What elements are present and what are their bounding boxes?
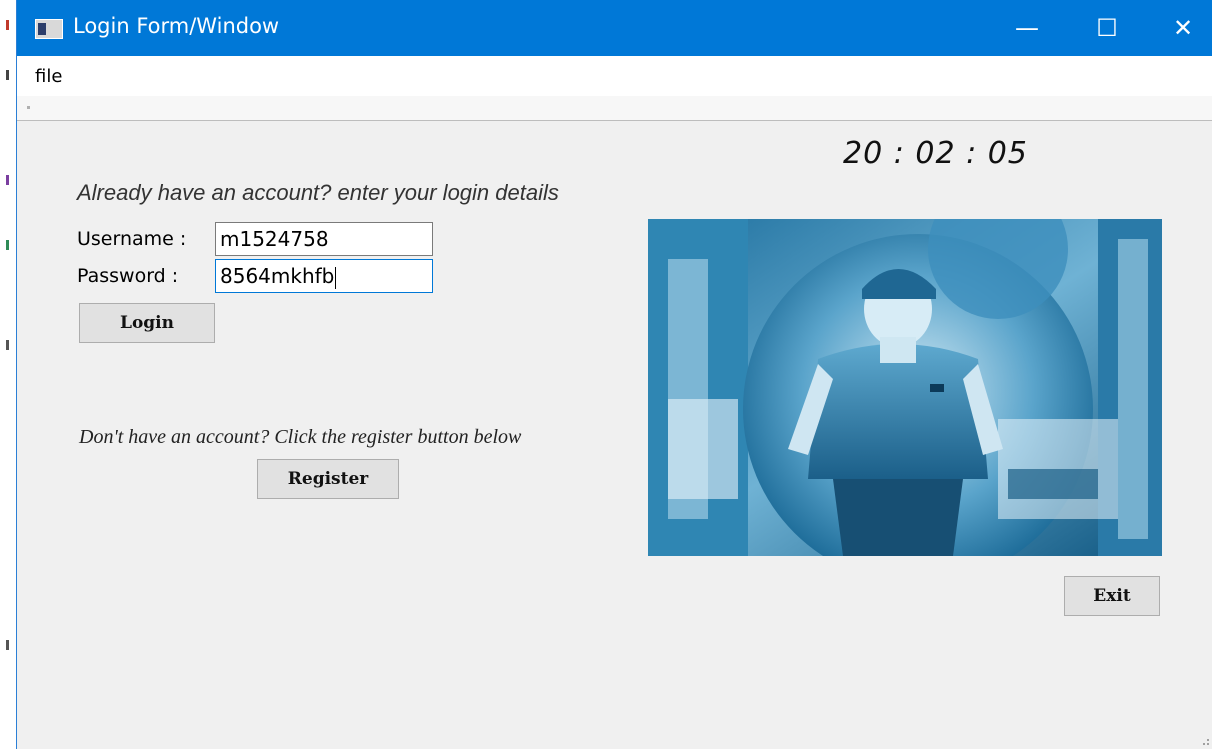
register-button[interactable]: Register [257, 459, 399, 499]
password-value: 8564mkhfb [220, 264, 335, 288]
profile-photo-illustration [648, 219, 1162, 556]
resize-grip[interactable] [1199, 735, 1209, 745]
username-value: m1524758 [220, 227, 329, 251]
login-window: Login Form/Window — ☐ ✕ file 20 : 02 : 0… [16, 0, 1212, 749]
maximize-button[interactable]: ☐ [1077, 0, 1137, 56]
profile-photo [648, 219, 1162, 556]
register-prompt: Don't have an account? Click the registe… [79, 426, 522, 448]
login-heading: Already have an account? enter your logi… [77, 180, 559, 205]
login-button[interactable]: Login [79, 303, 215, 343]
window-title: Login Form/Window [73, 14, 280, 38]
password-input[interactable]: 8564mkhfb [215, 259, 433, 293]
menu-file[interactable]: file [35, 66, 62, 87]
maximize-icon: ☐ [1096, 14, 1118, 42]
menu-bar: file [17, 56, 1212, 97]
minimize-button[interactable]: — [997, 0, 1057, 56]
clock-display: 20 : 02 : 05 [843, 136, 1028, 171]
password-label: Password : [77, 265, 179, 287]
close-icon: ✕ [1172, 14, 1194, 42]
text-caret [335, 266, 337, 289]
username-input[interactable]: m1524758 [215, 222, 433, 256]
exit-button[interactable]: Exit [1064, 576, 1160, 616]
minimize-icon: — [1015, 14, 1039, 42]
toolbar-strip [17, 96, 1212, 121]
app-icon [35, 19, 63, 39]
username-label: Username : [77, 228, 187, 250]
toolbar-grip[interactable] [27, 106, 30, 109]
title-bar[interactable]: Login Form/Window — ☐ ✕ [17, 0, 1212, 56]
background-window-strip [0, 0, 16, 749]
close-button[interactable]: ✕ [1153, 0, 1212, 56]
